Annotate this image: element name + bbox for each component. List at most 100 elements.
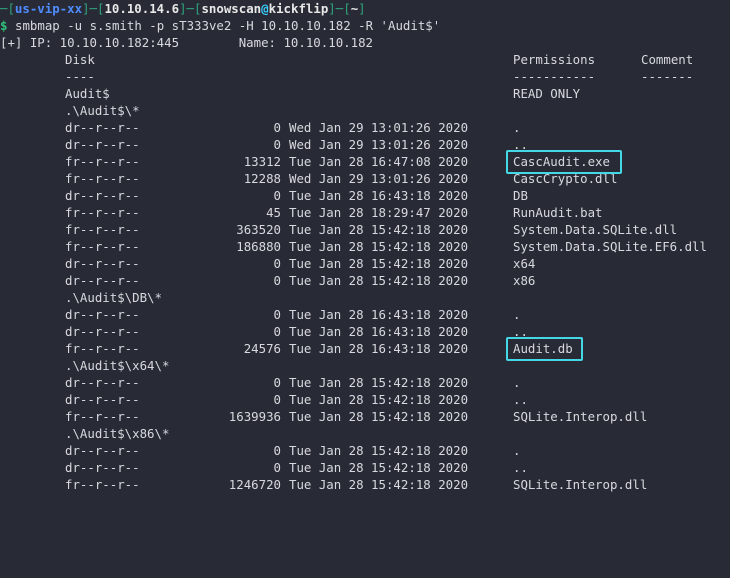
directory-path: .\Audit$\*: [0, 102, 730, 119]
file-name: ..: [513, 392, 528, 407]
file-size: 363520: [236, 222, 281, 237]
file-row: fr--r--r-- 1246720 Tue Jan 28 15:42:18 2…: [0, 476, 730, 493]
file-date: Tue Jan 28 15:42:18 2020: [289, 392, 469, 407]
file-name: DB: [513, 188, 528, 203]
file-row: dr--r--r-- 0 Tue Jan 28 15:42:18 2020 .: [0, 374, 730, 391]
file-mode: dr--r--r--: [65, 460, 140, 475]
file-size: 0: [273, 307, 281, 322]
directory-path: .\Audit$\x64\*: [0, 357, 730, 374]
file-size: 0: [273, 188, 281, 203]
file-name: .: [513, 375, 521, 390]
file-size: 0: [273, 392, 281, 407]
file-mode: fr--r--r--: [65, 171, 140, 186]
file-date: Tue Jan 28 15:42:18 2020: [289, 222, 469, 237]
file-date: Tue Jan 28 15:42:18 2020: [289, 256, 469, 271]
file-date: Tue Jan 28 16:43:18 2020: [289, 307, 469, 322]
file-mode: fr--r--r--: [65, 239, 140, 254]
file-date: Tue Jan 28 15:42:18 2020: [289, 477, 469, 492]
command-line[interactable]: $ smbmap -u s.smith -p sT333ve2 -H 10.10…: [0, 17, 730, 34]
scan-info: [+] IP: 10.10.10.182:445 Name: 10.10.10.…: [0, 35, 373, 50]
file-name: System.Data.SQLite.EF6.dll: [513, 239, 707, 254]
file-mode: dr--r--r--: [65, 443, 140, 458]
file-date: Wed Jan 29 13:01:26 2020: [289, 171, 469, 186]
file-mode: dr--r--r--: [65, 120, 140, 135]
file-date: Tue Jan 28 15:42:18 2020: [289, 460, 469, 475]
file-date: Tue Jan 28 18:29:47 2020: [289, 205, 469, 220]
file-row: fr--r--r-- 13312 Tue Jan 28 16:47:08 202…: [0, 153, 730, 170]
file-row: fr--r--r-- 45 Tue Jan 28 18:29:47 2020 R…: [0, 204, 730, 221]
header-disk-sep: ----: [65, 69, 95, 84]
file-mode: dr--r--r--: [65, 188, 140, 203]
file-row: dr--r--r-- 0 Tue Jan 28 15:42:18 2020 .: [0, 442, 730, 459]
file-size: 13312: [243, 154, 281, 169]
path-text: .\Audit$\DB\*: [65, 290, 162, 305]
file-row: dr--r--r-- 0 Tue Jan 28 16:43:18 2020 DB: [0, 187, 730, 204]
file-row: fr--r--r-- 1639936 Tue Jan 28 15:42:18 2…: [0, 408, 730, 425]
file-date: Tue Jan 28 16:43:18 2020: [289, 324, 469, 339]
path-text: .\Audit$\x64\*: [65, 358, 170, 373]
prompt-ip: 10.10.14.6: [104, 1, 180, 16]
file-name: RunAudit.bat: [513, 205, 603, 220]
terminal-window[interactable]: ─[us-vip-xx]─[10.10.14.6]─[snowscan@kick…: [0, 0, 730, 496]
prompt-user: snowscan: [201, 1, 262, 16]
file-mode: fr--r--r--: [65, 409, 140, 424]
share-name: Audit$: [65, 86, 110, 101]
file-name: SQLite.Interop.dll: [513, 477, 648, 492]
file-row: dr--r--r-- 0 Tue Jan 28 16:43:18 2020 ..: [0, 323, 730, 340]
file-row: dr--r--r-- 0 Tue Jan 28 15:42:18 2020 ..: [0, 391, 730, 408]
file-size: 0: [273, 375, 281, 390]
path-text: .\Audit$\x86\*: [65, 426, 170, 441]
file-date: Tue Jan 28 15:42:18 2020: [289, 273, 469, 288]
command-text: smbmap -u s.smith -p sT333ve2 -H 10.10.1…: [15, 18, 441, 33]
share-row: Audit$ READ ONLY: [0, 85, 730, 102]
file-size: 186880: [236, 239, 281, 254]
file-row: fr--r--r-- 24576 Tue Jan 28 16:43:18 202…: [0, 340, 730, 357]
file-mode: dr--r--r--: [65, 273, 140, 288]
scan-info-line: [+] IP: 10.10.10.182:445 Name: 10.10.10.…: [0, 34, 730, 51]
file-name: CascCrypto.dll: [513, 171, 618, 186]
header-permissions-sep: -----------: [513, 69, 596, 84]
directory-path: .\Audit$\DB\*: [0, 289, 730, 306]
file-size: 0: [273, 120, 281, 135]
file-size: 0: [273, 460, 281, 475]
file-name-highlighted: Audit.db: [513, 341, 573, 356]
file-size: 45: [266, 205, 281, 220]
file-row: dr--r--r-- 0 Tue Jan 28 16:43:18 2020 .: [0, 306, 730, 323]
header-comment-sep: -------: [641, 69, 694, 84]
file-mode: dr--r--r--: [65, 392, 140, 407]
file-name: ..: [513, 460, 528, 475]
file-mode: dr--r--r--: [65, 137, 140, 152]
file-name: .: [513, 307, 521, 322]
file-name: x86: [513, 273, 536, 288]
file-name: SQLite.Interop.dll: [513, 409, 648, 424]
file-name-highlighted: CascAudit.exe: [513, 154, 610, 169]
prompt-line: ─[us-vip-xx]─[10.10.14.6]─[snowscan@kick…: [0, 0, 730, 17]
file-size: 12288: [243, 171, 281, 186]
file-mode: dr--r--r--: [65, 324, 140, 339]
file-mode: fr--r--r--: [65, 341, 140, 356]
file-name: System.Data.SQLite.dll: [513, 222, 678, 237]
file-mode: fr--r--r--: [65, 477, 140, 492]
header-permissions: Permissions: [513, 52, 596, 67]
file-name: x64: [513, 256, 536, 271]
file-size: 24576: [243, 341, 281, 356]
file-size: 1639936: [228, 409, 281, 424]
file-date: Tue Jan 28 15:42:18 2020: [289, 239, 469, 254]
table-header-separator: ---- ----------- -------: [0, 68, 730, 85]
file-row: dr--r--r-- 0 Tue Jan 28 15:42:18 2020 x6…: [0, 255, 730, 272]
file-name: .: [513, 443, 521, 458]
file-date: Tue Jan 28 15:42:18 2020: [289, 443, 469, 458]
share-permission: READ ONLY: [513, 86, 581, 101]
file-mode: dr--r--r--: [65, 256, 140, 271]
prompt-host: kickflip: [268, 1, 329, 16]
file-name: ..: [513, 137, 528, 152]
file-mode: fr--r--r--: [65, 222, 140, 237]
file-row: fr--r--r-- 186880 Tue Jan 28 15:42:18 20…: [0, 238, 730, 255]
file-size: 0: [273, 324, 281, 339]
file-size: 0: [273, 443, 281, 458]
file-size: 1246720: [228, 477, 281, 492]
file-size: 0: [273, 273, 281, 288]
file-date: Tue Jan 28 15:42:18 2020: [289, 375, 469, 390]
file-row: dr--r--r-- 0 Wed Jan 29 13:01:26 2020 ..: [0, 136, 730, 153]
file-date: Tue Jan 28 16:47:08 2020: [289, 154, 469, 169]
